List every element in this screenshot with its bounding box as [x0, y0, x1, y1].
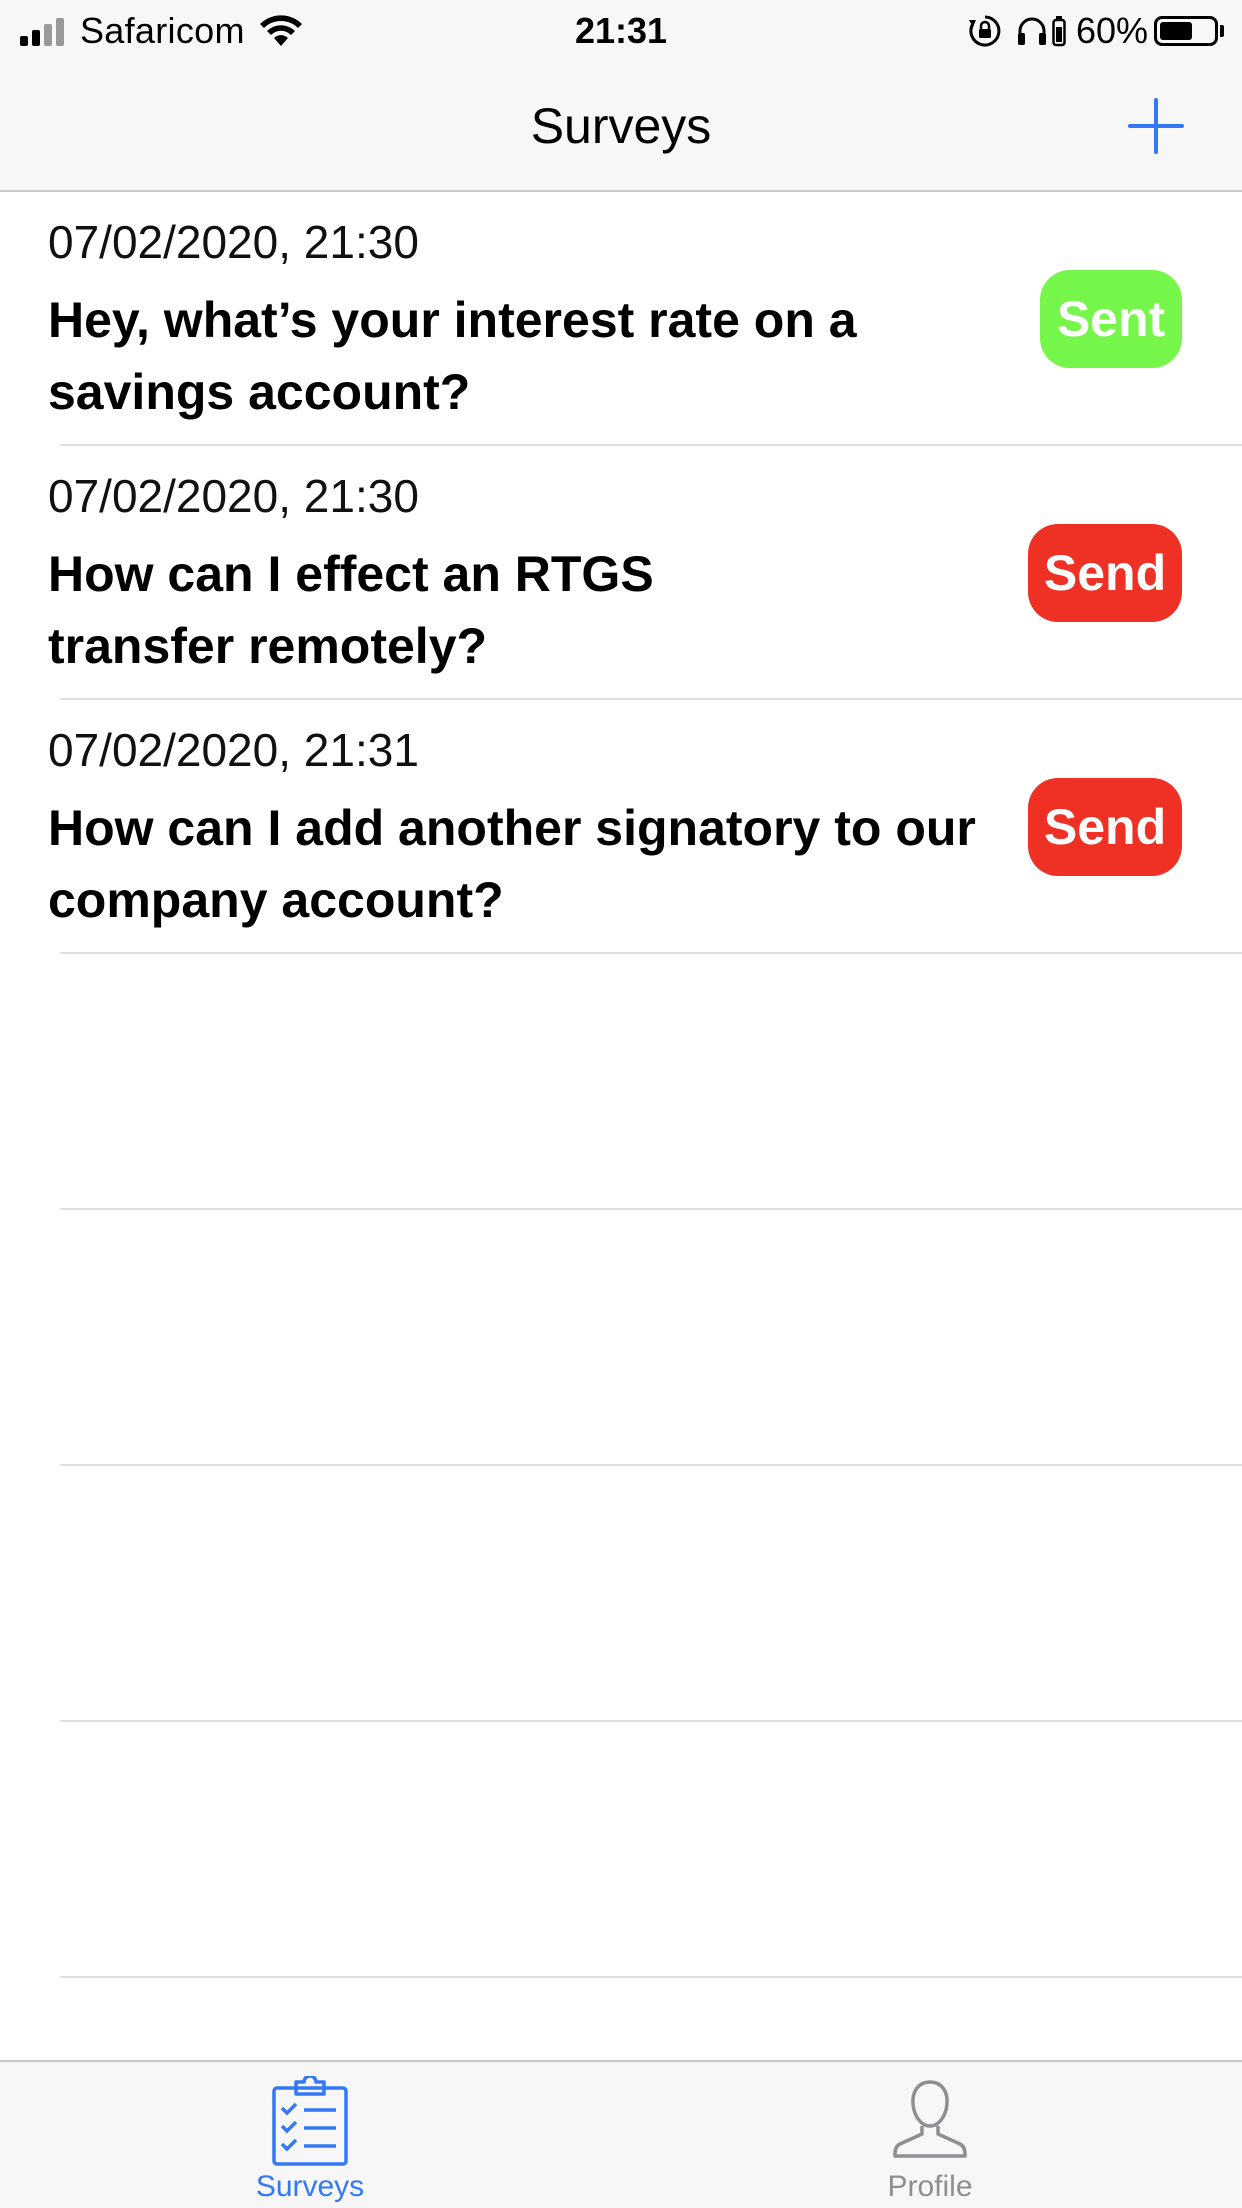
headphones-icon: [1017, 17, 1046, 45]
battery-percentage: 60%: [1075, 10, 1148, 51]
page-title: Surveys: [530, 98, 712, 154]
empty-row: [60, 954, 1242, 1210]
survey-list: 07/02/2020, 21:30 Hey, what’s your inter…: [0, 192, 1242, 1978]
screen: Safaricom 21:31 60% Surveys 07/02/2020, …: [0, 0, 1242, 2208]
tab-surveys-label: Surveys: [255, 2170, 365, 2203]
orientation-lock-icon: [968, 15, 1001, 47]
send-button[interactable]: Send: [1028, 524, 1182, 622]
survey-date: 07/02/2020, 21:30: [48, 216, 419, 268]
headphone-battery-icon: [1052, 16, 1066, 47]
status-right: 60%: [968, 8, 1224, 54]
tab-profile-label: Profile: [887, 2170, 973, 2203]
status-bar: Safaricom 21:31 60%: [0, 0, 1242, 62]
clipboard-checklist-icon: [272, 2076, 348, 2166]
plus-icon: [1128, 98, 1184, 154]
survey-row[interactable]: 07/02/2020, 21:30 How can I effect an RT…: [48, 446, 1242, 700]
survey-question: Hey, what’s your interest rate on a savi…: [48, 292, 857, 420]
tab-bar: Surveys Profile: [0, 2060, 1242, 2208]
person-icon: [893, 2080, 967, 2158]
send-button[interactable]: Send: [1028, 778, 1182, 876]
sent-status-button[interactable]: Sent: [1040, 270, 1182, 368]
survey-row[interactable]: 07/02/2020, 21:31 How can I add another …: [48, 700, 1242, 954]
tab-surveys[interactable]: Surveys: [160, 2076, 460, 2204]
survey-date: 07/02/2020, 21:31: [48, 724, 419, 776]
tab-profile[interactable]: Profile: [780, 2076, 1080, 2204]
battery-cap: [1220, 25, 1224, 37]
survey-question: How can I effect an RTGS transfer remote…: [48, 546, 654, 674]
empty-row: [60, 1466, 1242, 1722]
survey-date: 07/02/2020, 21:30: [48, 470, 419, 522]
navigation-bar: Surveys: [0, 62, 1242, 192]
battery-icon: [1154, 16, 1218, 46]
survey-row[interactable]: 07/02/2020, 21:30 Hey, what’s your inter…: [48, 192, 1242, 446]
empty-row: [60, 1722, 1242, 1978]
empty-row: [60, 1210, 1242, 1466]
survey-question: How can I add another signatory to our c…: [48, 800, 976, 928]
add-survey-button[interactable]: [1126, 96, 1186, 156]
